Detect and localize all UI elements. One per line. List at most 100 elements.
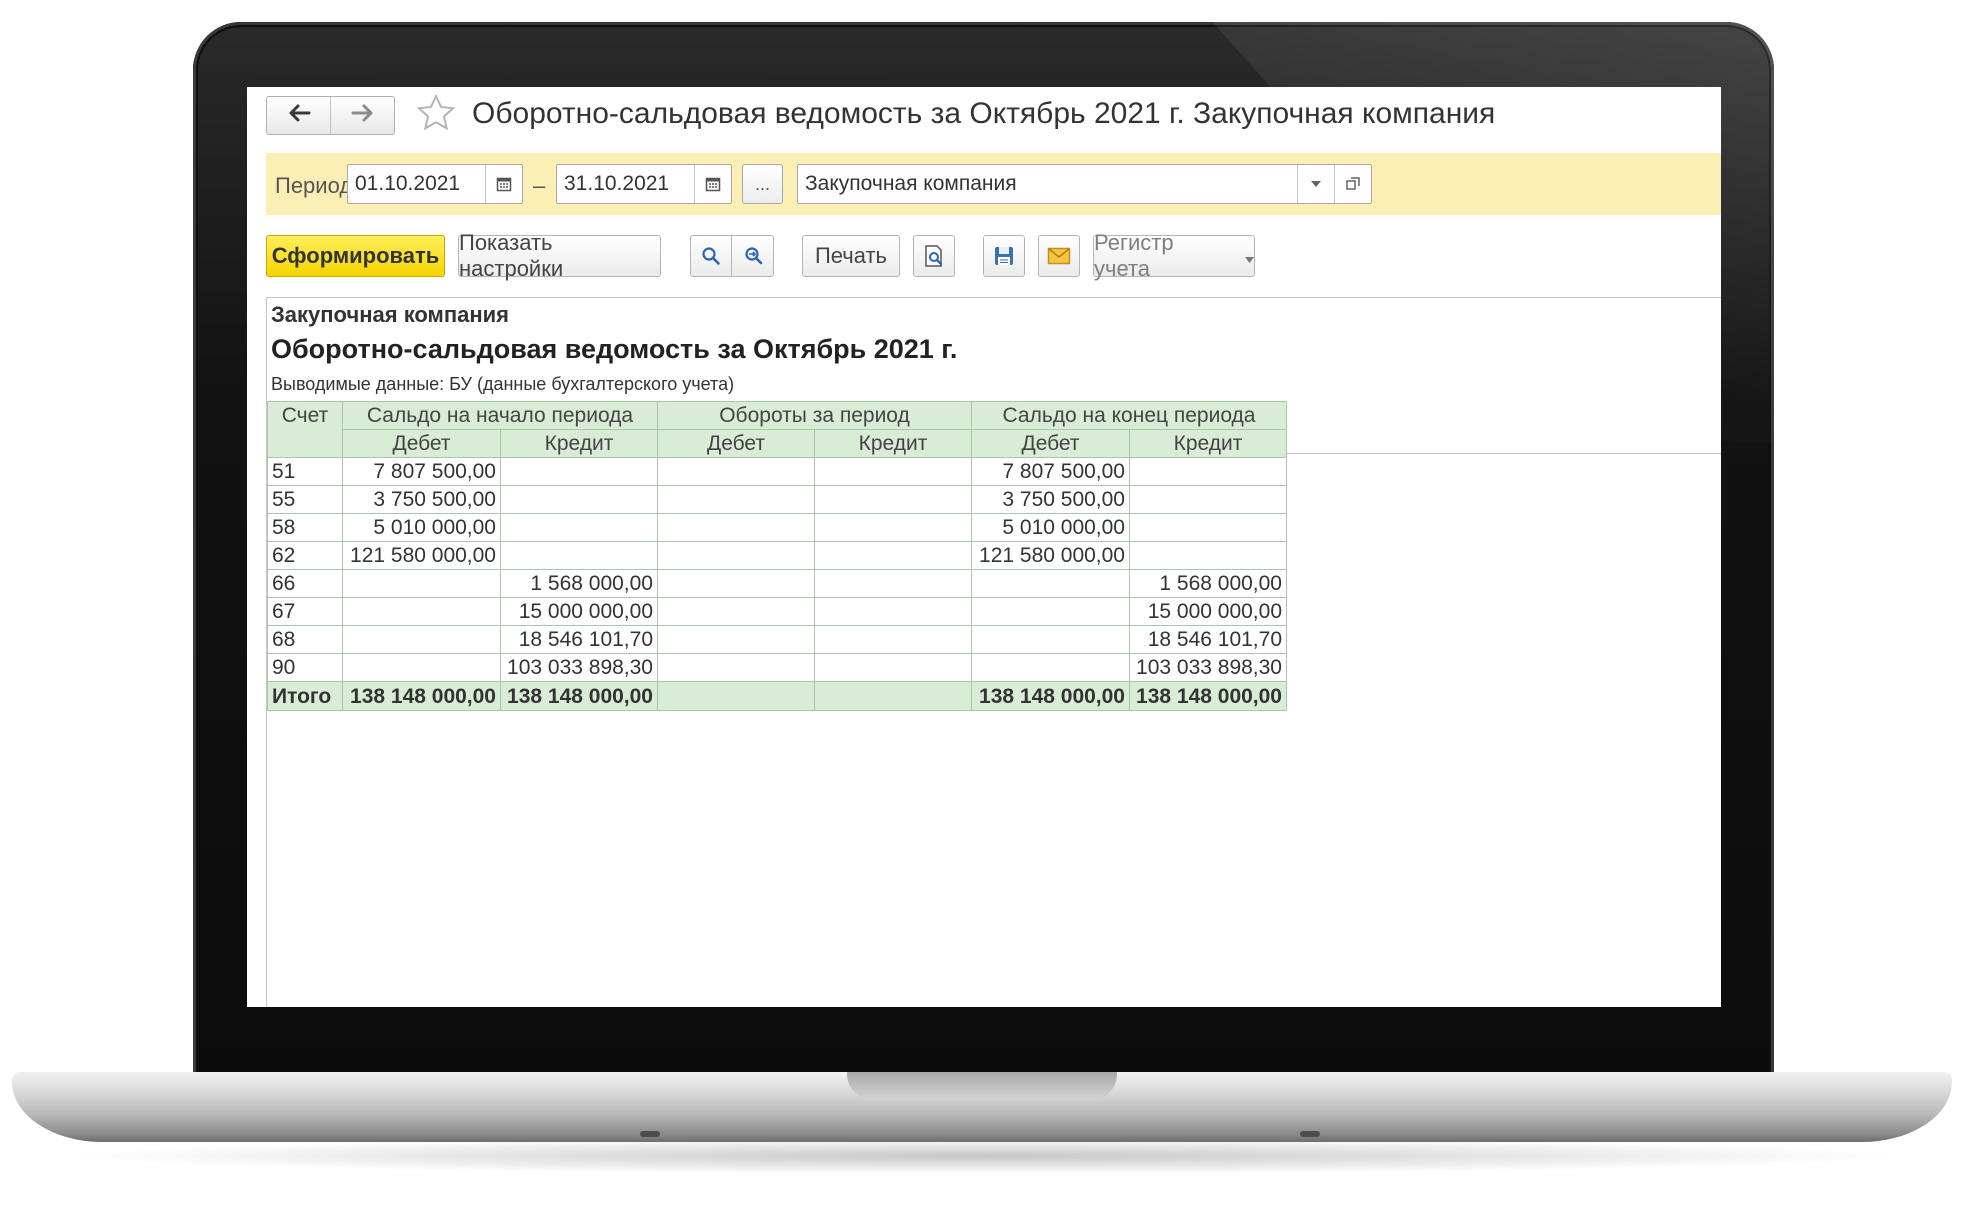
cell-account: 90 (267, 653, 343, 682)
cell-close-debit: 3 750 500,00 (971, 485, 1130, 514)
table-row[interactable]: 68 18 546 101,70 18 546 101,70 (267, 625, 1287, 654)
favorite-star-icon[interactable] (416, 93, 456, 133)
print-button[interactable]: Печать (802, 235, 900, 277)
cell-turn-credit (814, 541, 972, 570)
cell-close-debit: 5 010 000,00 (971, 513, 1130, 542)
header-turnover: Обороты за период (657, 401, 972, 430)
table-row[interactable]: 62 121 580 000,00 121 580 000,00 (267, 541, 1287, 570)
chevron-down-icon (1245, 243, 1254, 269)
cell-close-credit (1129, 513, 1287, 542)
cell-turn-debit (657, 457, 815, 486)
cell-close-credit (1129, 541, 1287, 570)
cell-open-credit (500, 457, 658, 486)
back-button[interactable] (267, 97, 330, 134)
table-row[interactable]: 66 1 568 000,00 1 568 000,00 (267, 569, 1287, 598)
print-preview-button[interactable] (913, 235, 955, 277)
save-button[interactable] (983, 235, 1025, 277)
calendar-icon[interactable] (694, 165, 731, 203)
cell-open-credit: 18 546 101,70 (500, 625, 658, 654)
cell-open-debit: 3 750 500,00 (342, 485, 501, 514)
cell-close-debit (971, 625, 1130, 654)
table-row[interactable]: 58 5 010 000,00 5 010 000,00 (267, 513, 1287, 542)
period-select-button[interactable]: ... (742, 164, 783, 204)
cell-turn-credit (814, 513, 972, 542)
table-row[interactable]: 55 3 750 500,00 3 750 500,00 (267, 485, 1287, 514)
organization-field[interactable]: Закупочная компания (797, 164, 1372, 204)
search-button[interactable] (690, 235, 732, 277)
cell-turn-debit (657, 541, 815, 570)
trial-balance-table: Счет Сальдо на начало периода Обороты за… (267, 401, 1287, 711)
header-credit: Кредит (814, 429, 972, 458)
report-title: Оборотно-сальдовая ведомость за Октябрь … (271, 334, 958, 364)
date-from-field[interactable]: 01.10.2021 (347, 164, 523, 204)
screen: Оборотно-сальдовая ведомость за Октябрь … (247, 87, 1721, 1007)
header-account: Счет (267, 401, 343, 458)
cell-open-debit: 7 807 500,00 (342, 457, 501, 486)
cell-turn-debit (657, 597, 815, 626)
cell-open-credit (500, 485, 658, 514)
cell-turn-debit (657, 513, 815, 542)
header-debit: Дебет (342, 429, 501, 458)
cell-open-debit (342, 597, 501, 626)
cell-open-debit: 138 148 000,00 (342, 681, 501, 711)
report-company: Закупочная компания (271, 302, 510, 327)
report-divider (1287, 453, 1721, 454)
header-debit: Дебет (971, 429, 1130, 458)
cell-close-credit (1129, 457, 1287, 486)
table-row[interactable]: 90 103 033 898,30 103 033 898,30 (267, 653, 1287, 682)
search-again-button[interactable] (731, 235, 774, 277)
cell-turn-credit (814, 457, 972, 486)
date-to-value: 31.10.2021 (564, 172, 670, 195)
laptop-shadow (60, 1138, 1910, 1174)
cell-close-debit (971, 597, 1130, 626)
chevron-down-icon[interactable] (1297, 165, 1334, 203)
period-label: Период: (275, 173, 359, 198)
calendar-icon[interactable] (485, 165, 522, 203)
cell-open-credit: 103 033 898,30 (500, 653, 658, 682)
send-mail-button[interactable] (1038, 235, 1080, 277)
cell-close-credit: 18 546 101,70 (1129, 625, 1287, 654)
cell-account: 55 (267, 485, 343, 514)
cell-turn-credit (814, 681, 972, 711)
laptop-notch (847, 1072, 1117, 1100)
cell-turn-credit (814, 625, 972, 654)
forward-button[interactable] (330, 97, 394, 134)
search-refresh-icon (742, 245, 764, 267)
organization-value: Закупочная компания (805, 172, 1017, 195)
register-label: Регистр учета (1094, 230, 1174, 281)
cell-close-credit: 103 033 898,30 (1129, 653, 1287, 682)
floppy-disk-icon (993, 245, 1015, 267)
cell-close-debit: 121 580 000,00 (971, 541, 1130, 570)
date-to-field[interactable]: 31.10.2021 (556, 164, 732, 204)
search-icon (701, 246, 721, 266)
cell-close-credit (1129, 485, 1287, 514)
total-row[interactable]: Итого 138 148 000,00 138 148 000,00 138 148… (267, 681, 1287, 711)
cell-open-debit (342, 569, 501, 598)
table-row[interactable]: 51 7 807 500,00 7 807 500,00 (267, 457, 1287, 486)
cell-turn-debit (657, 681, 815, 711)
cell-close-credit: 138 148 000,00 (1129, 681, 1287, 711)
report-parameters: Выводимые данные: БУ (данные бухгалтерск… (271, 374, 735, 394)
table-row[interactable]: 67 15 000 000,00 15 000 000,00 (267, 597, 1287, 626)
laptop-foot (640, 1131, 660, 1137)
period-separator: – (533, 173, 546, 198)
show-settings-button[interactable]: Показать настройки (458, 230, 661, 281)
register-dropdown[interactable]: Регистр учета (1093, 230, 1255, 281)
cell-account: 68 (267, 625, 343, 654)
cell-close-debit (971, 653, 1130, 682)
cell-turn-credit (814, 597, 972, 626)
cell-account: 62 (267, 541, 343, 570)
header-credit: Кредит (1129, 429, 1287, 458)
header-credit: Кредит (500, 429, 658, 458)
cell-close-debit (971, 569, 1130, 598)
cell-open-debit (342, 653, 501, 682)
cell-open-credit (500, 541, 658, 570)
open-window-icon[interactable] (1334, 165, 1371, 203)
cell-open-credit: 1 568 000,00 (500, 569, 658, 598)
date-from-value: 01.10.2021 (355, 172, 461, 195)
cell-close-debit: 138 148 000,00 (971, 681, 1130, 711)
cell-open-credit: 15 000 000,00 (500, 597, 658, 626)
cell-open-credit: 138 148 000,00 (500, 681, 658, 711)
generate-button[interactable]: Сформировать (266, 235, 445, 277)
header-row: Счет Сальдо на начало периода Обороты за… (267, 401, 1287, 458)
